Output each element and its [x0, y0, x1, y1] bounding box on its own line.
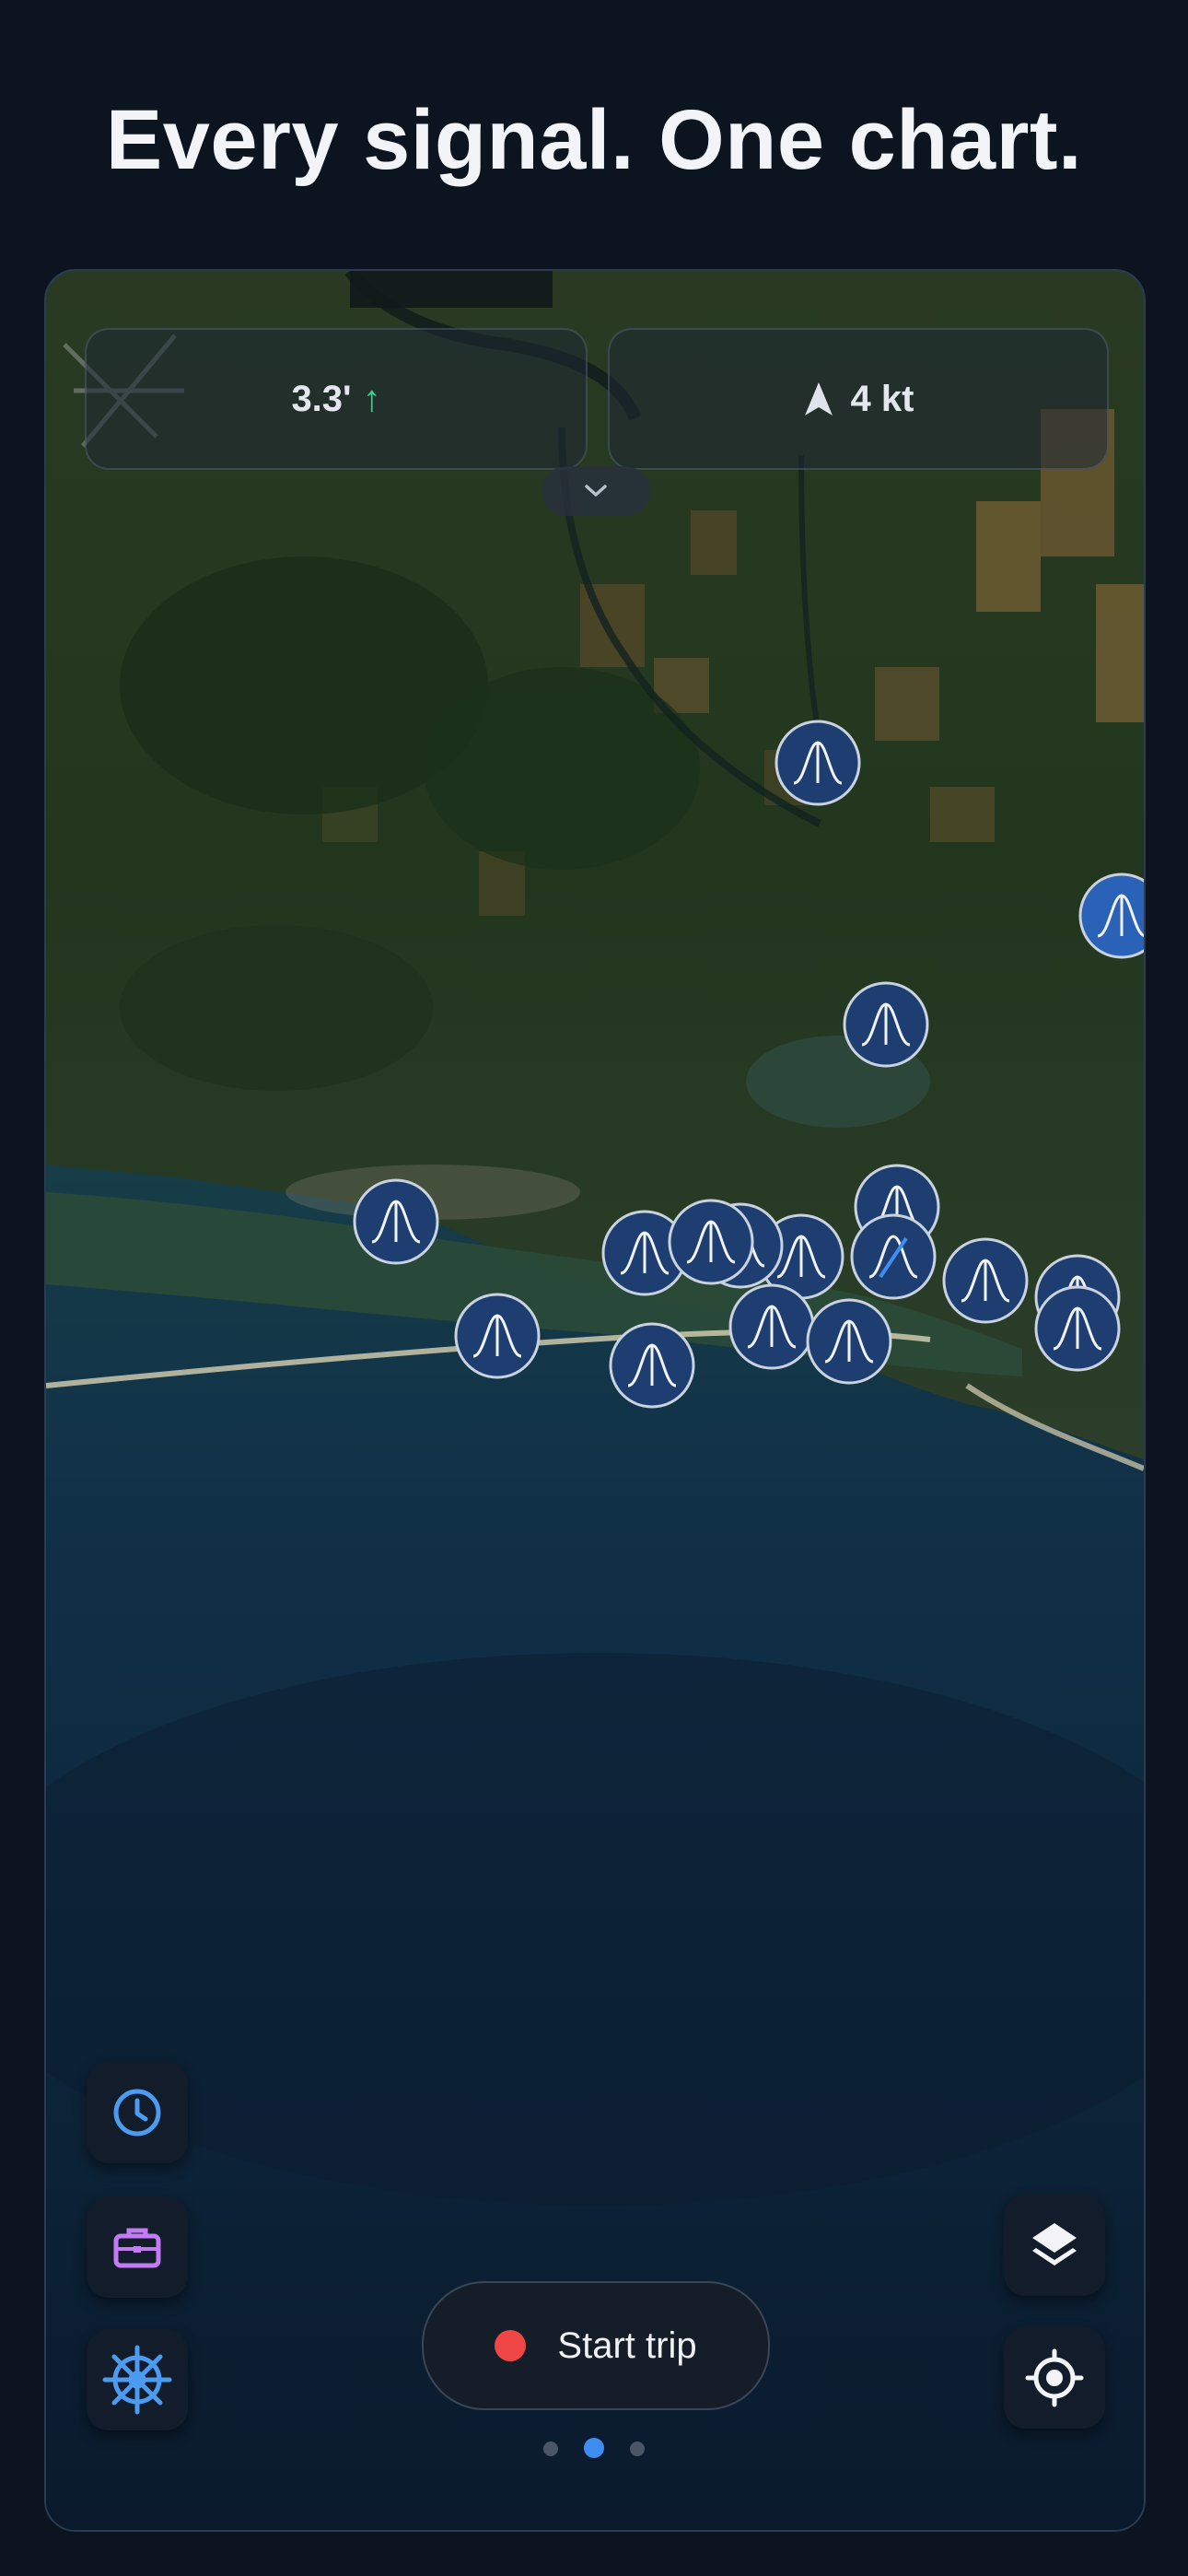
tide-station-marker[interactable] — [842, 980, 930, 1069]
tide-station-marker[interactable] — [805, 1297, 893, 1386]
tide-station-marker[interactable] — [608, 1321, 696, 1410]
helm-button[interactable] — [87, 2329, 188, 2430]
tide-station-icon — [609, 1322, 695, 1409]
tide-station-marker[interactable] — [1033, 1284, 1122, 1373]
satellite-map[interactable] — [46, 271, 1144, 2530]
tide-station-marker[interactable] — [352, 1177, 440, 1266]
phone-frame: 3.3' ↑ 4 kt Start trip — [44, 269, 1146, 2532]
tide-station-icon — [1078, 872, 1144, 959]
start-trip-label: Start trip — [557, 2324, 697, 2366]
speed-value: 4 kt — [850, 378, 914, 419]
tide-station-icon — [668, 1199, 754, 1285]
page-dot[interactable] — [543, 2441, 558, 2456]
tide-station-marker[interactable] — [1077, 872, 1144, 960]
history-button[interactable] — [87, 2062, 188, 2163]
gear-bag-button[interactable] — [87, 2196, 188, 2298]
page-headline: Every signal. One chart. — [105, 93, 1083, 187]
tide-station-marker[interactable] — [849, 1212, 938, 1301]
tide-station-icon — [1034, 1285, 1121, 1372]
page-dot[interactable] — [630, 2441, 645, 2456]
tide-station-marker[interactable] — [667, 1198, 755, 1286]
tide-station-icon — [843, 981, 929, 1068]
page-indicator — [543, 2438, 646, 2460]
clock-icon — [113, 2089, 161, 2137]
page-dot-active[interactable] — [584, 2438, 604, 2458]
tide-station-marker[interactable] — [941, 1236, 1030, 1325]
start-trip-button[interactable]: Start trip — [422, 2281, 770, 2410]
tide-value: 3.3' — [291, 378, 352, 419]
locate-icon — [1025, 2348, 1084, 2407]
tide-card[interactable]: 3.3' ↑ — [85, 328, 588, 470]
tide-station-icon — [454, 1293, 541, 1379]
tide-station-icon — [942, 1237, 1029, 1324]
speed-card[interactable]: 4 kt — [608, 328, 1109, 470]
layers-icon — [1032, 2223, 1077, 2266]
tide-station-icon — [806, 1298, 892, 1385]
tide-station-marker[interactable] — [774, 719, 862, 807]
record-dot-icon — [495, 2330, 527, 2361]
hud-collapse-button[interactable] — [542, 466, 650, 516]
tide-station-marker[interactable] — [728, 1282, 816, 1371]
tide-rising-icon: ↑ — [362, 378, 381, 419]
tide-station-icon — [775, 720, 861, 806]
navigation-arrow-icon — [804, 382, 833, 416]
tide-station-icon — [728, 1283, 815, 1370]
chevron-down-icon — [585, 485, 607, 497]
layers-button[interactable] — [1004, 2195, 1105, 2296]
ships-wheel-icon — [102, 2345, 172, 2415]
briefcase-icon — [113, 2228, 161, 2268]
tide-station-icon — [353, 1178, 439, 1265]
locate-button[interactable] — [1004, 2327, 1105, 2429]
tide-station-icon — [850, 1213, 937, 1300]
tide-station-marker[interactable] — [453, 1292, 542, 1380]
